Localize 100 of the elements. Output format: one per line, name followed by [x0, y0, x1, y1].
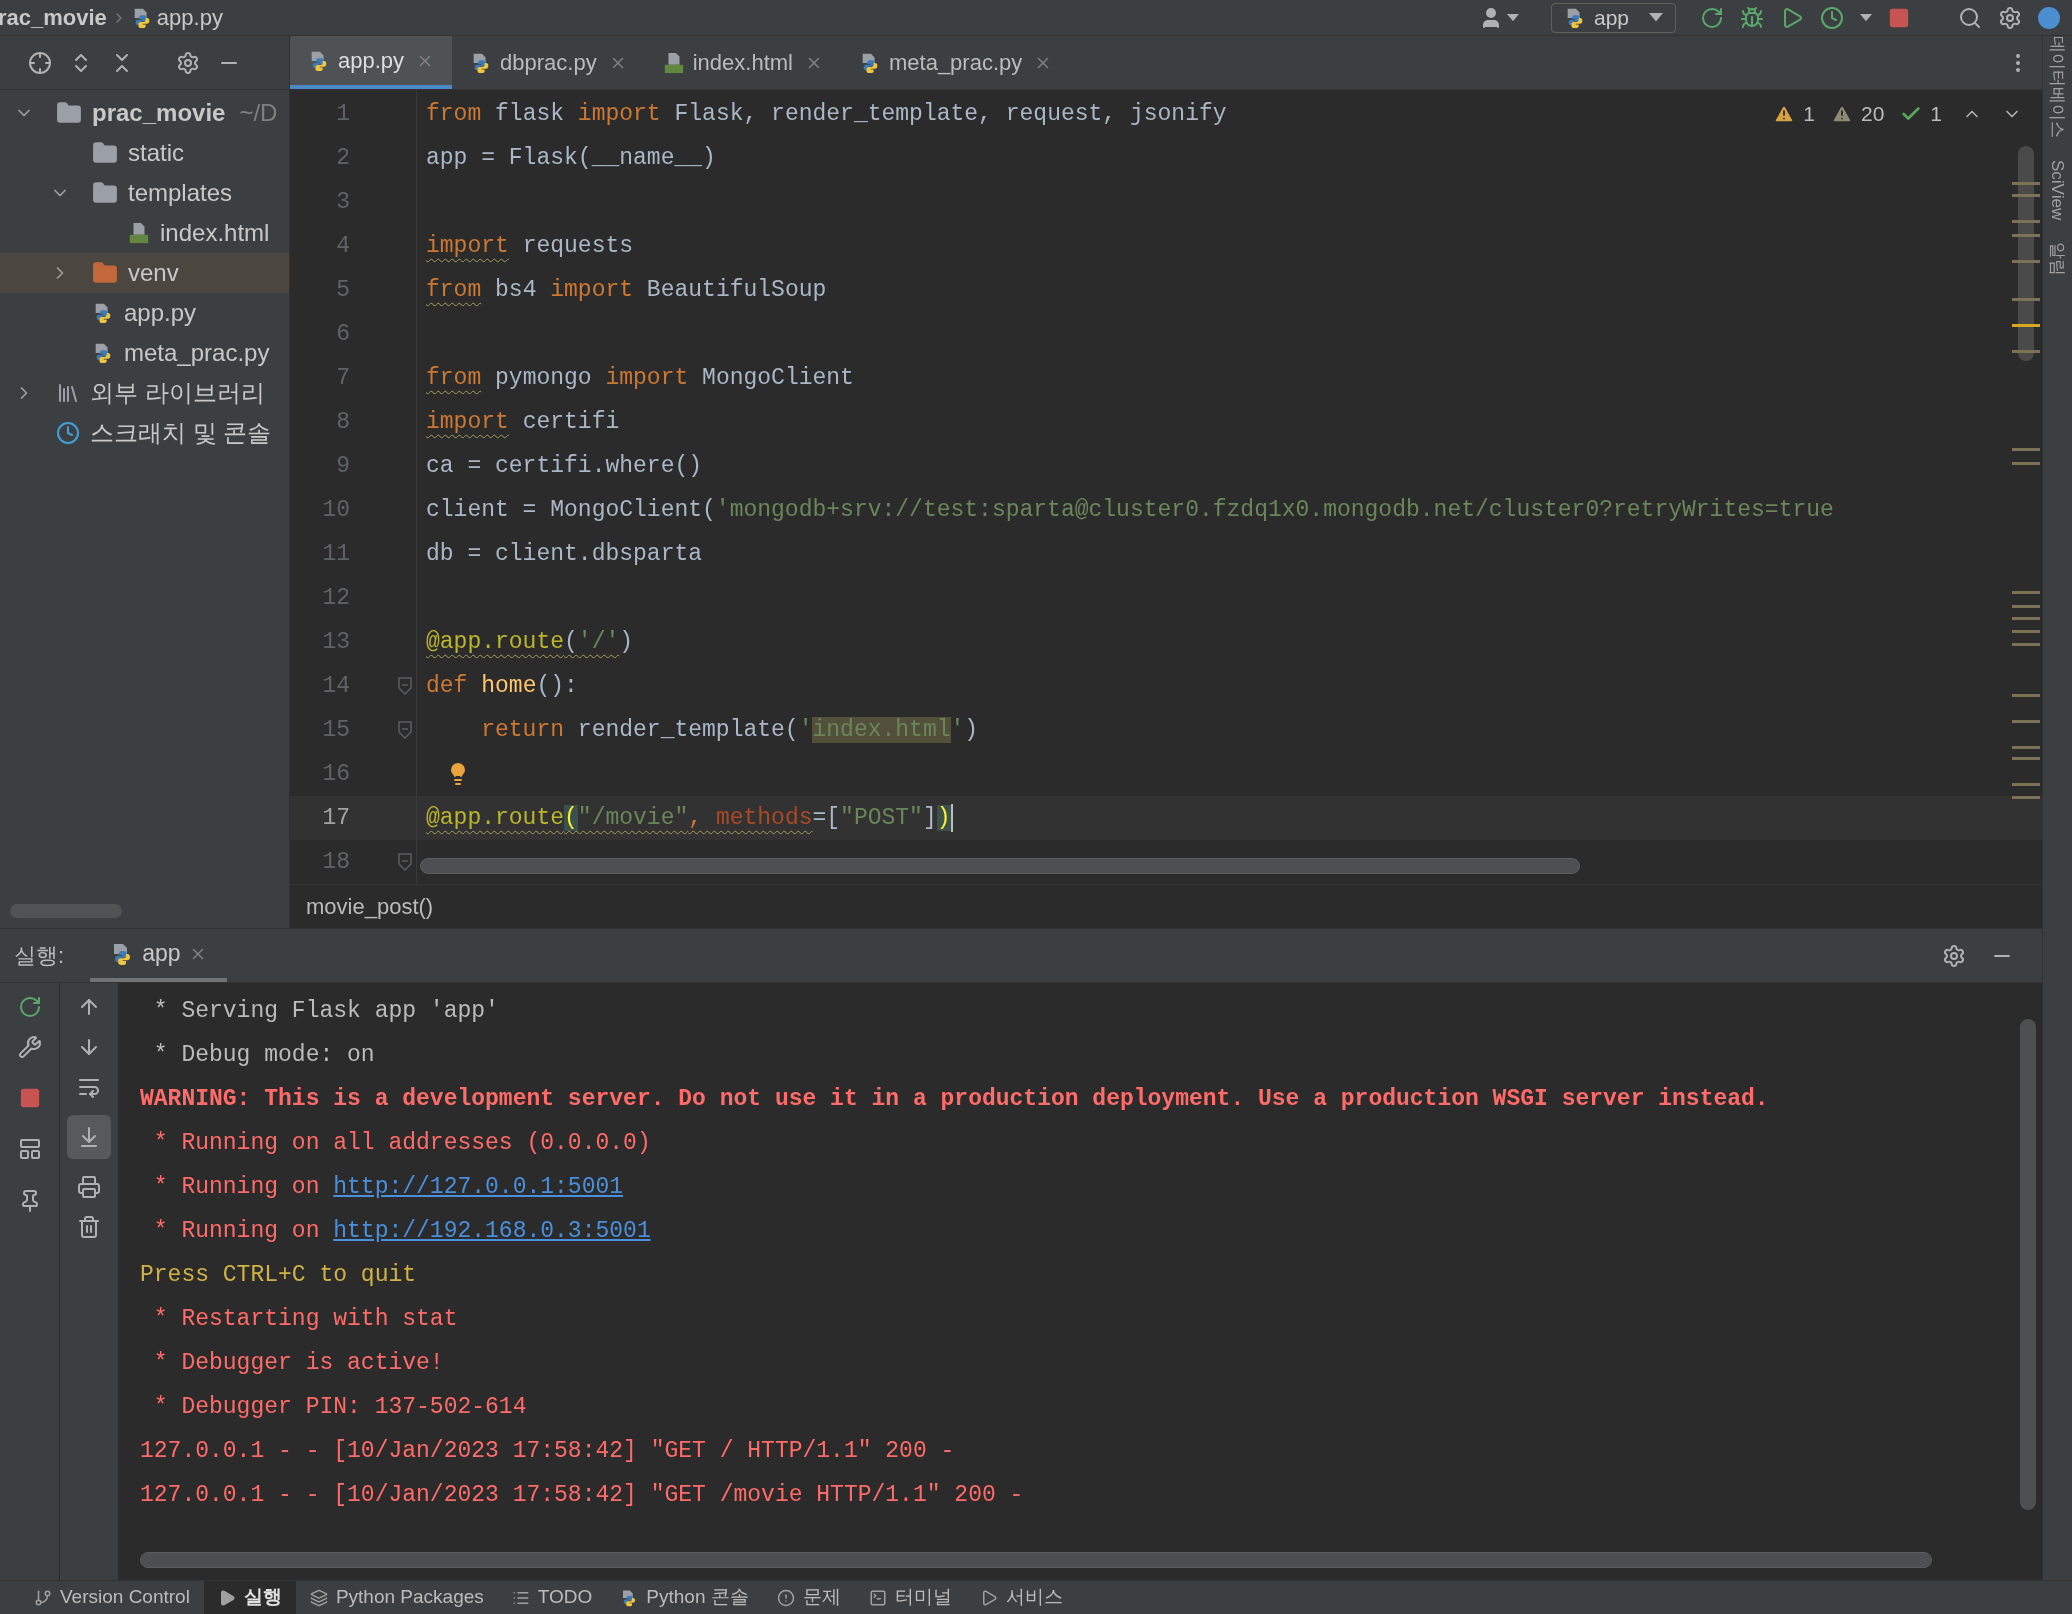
settings-icon[interactable] [176, 50, 200, 75]
editor-tab[interactable]: index.html [644, 36, 841, 89]
code-line: def home(): [426, 671, 578, 701]
tree-item[interactable]: 스크래치 및 콘솔 [0, 413, 289, 453]
avatar-icon[interactable] [2038, 6, 2060, 29]
code-line: from pymongo import MongoClient [426, 363, 854, 393]
console-link[interactable]: http://192.168.0.3:5001 [333, 1213, 651, 1249]
tree-item[interactable]: index.html [0, 213, 289, 253]
tree-item[interactable]: app.py [0, 293, 289, 333]
terminal-icon [868, 1588, 887, 1607]
console-line: 127.0.0.1 - - [10/Jan/2023 17:58:42] "GET / HTTP/1.1" 200 - [140, 1436, 956, 1466]
typo-count: 1 [1930, 101, 1942, 127]
line-number: 14 [321, 671, 350, 701]
warning-count: 20 [1860, 101, 1885, 127]
tree-item[interactable]: templates [0, 173, 289, 213]
folder-icon [56, 100, 82, 126]
tool-window-button[interactable]: Version Control [20, 1581, 204, 1614]
console-link[interactable]: http://127.0.0.1:5001 [333, 1169, 624, 1205]
clock-icon [56, 421, 80, 445]
trash-icon[interactable] [77, 1215, 101, 1239]
line-number: 10 [321, 495, 350, 525]
console-line: * Debugger PIN: 137-502-614 [152, 1392, 528, 1422]
editor-tab[interactable]: app.py [290, 36, 453, 89]
line-number: 5 [335, 275, 350, 305]
tool-window-button[interactable]: 실행 [203, 1581, 296, 1614]
html-file-icon [662, 51, 685, 74]
tree-item[interactable]: prac_movie ~/D [0, 93, 289, 133]
code-line: ca = certifi.where() [426, 451, 703, 481]
branch-icon [34, 1588, 52, 1607]
tool-window-button[interactable]: Python Packages [295, 1581, 498, 1614]
console-line: Press CTRL+C to quit [140, 1260, 418, 1290]
folder-icon [92, 180, 118, 206]
dropdown-icon[interactable] [1649, 13, 1663, 22]
line-number: 9 [335, 451, 350, 481]
bug-icon[interactable] [1740, 5, 1764, 30]
side-tool-window-button[interactable]: SciView [2044, 160, 2071, 221]
code-line: import certifi [426, 407, 620, 437]
side-tool-window-button[interactable]: 알림 [2044, 242, 2071, 277]
breadcrumb-file[interactable]: app.py [156, 1, 223, 34]
tree-item[interactable]: meta_prac.py [0, 333, 289, 373]
code-line: client = MongoClient('mongodb+srv://test:sparta@cluster0.fzdq1x0.mongodb.net/cluster0?retryWrites=true [426, 495, 1834, 525]
settings-icon[interactable] [1998, 5, 2022, 30]
line-number: 1 [335, 99, 350, 129]
console-line: * Debug mode: on [152, 1040, 376, 1070]
line-number: 11 [321, 539, 350, 569]
dropdown-icon[interactable] [1506, 13, 1519, 22]
line-number: 3 [335, 187, 350, 217]
line-number: 4 [335, 231, 350, 261]
console-line: * Running on http://127.0.0.1:5001 [140, 1165, 2042, 1209]
breadcrumb[interactable]: movie_post() [306, 890, 434, 923]
dropdown-icon[interactable] [1860, 13, 1872, 22]
stop-icon[interactable] [18, 1087, 41, 1109]
code-line: import requests [426, 231, 634, 261]
tool-window-button[interactable]: Python 콘솔 [606, 1581, 763, 1614]
console-line: * Restarting with stat [152, 1304, 459, 1334]
code-line: db = client.dbsparta [426, 539, 703, 569]
line-number: 8 [335, 407, 350, 437]
side-tool-window-button[interactable]: 데이터베이스 [2044, 36, 2071, 138]
tool-window-button[interactable]: 터미널 [854, 1581, 966, 1614]
locate-icon[interactable] [28, 50, 52, 75]
run-label: 실행: [14, 942, 65, 970]
folder-icon [92, 260, 118, 286]
horizontal-scrollbar[interactable] [420, 858, 1580, 874]
scroll-to-end-button[interactable] [67, 1115, 111, 1159]
console-line: * Running on http://192.168.0.3:5001 [140, 1209, 2042, 1253]
print-icon[interactable] [77, 1175, 101, 1199]
code-line: @app.route('/') [426, 627, 634, 657]
vertical-scrollbar[interactable] [2020, 1019, 2036, 1510]
stop-icon[interactable] [1888, 6, 1910, 29]
tree-item[interactable]: 외부 라이브러리 [0, 373, 289, 413]
tool-window-button[interactable]: 문제 [762, 1581, 855, 1614]
code-line: app = Flask(__name__) [426, 143, 716, 173]
rerun-icon[interactable] [1700, 5, 1724, 30]
search-icon[interactable] [1958, 5, 1982, 30]
horizontal-scrollbar[interactable] [140, 1552, 1932, 1568]
tool-window-button[interactable]: 서비스 [965, 1581, 1077, 1614]
run-config-dropdown[interactable]: app [1550, 2, 1676, 33]
folder-icon [92, 140, 118, 166]
layout-icon[interactable] [17, 1137, 42, 1161]
console-line: 127.0.0.1 - - [10/Jan/2023 17:58:42] "GET /movie HTTP/1.1" 200 - [140, 1480, 1025, 1510]
rerun-icon[interactable] [17, 995, 42, 1019]
line-number: 15 [321, 715, 350, 745]
line-number: 16 [321, 759, 350, 789]
error-count: 1 [1803, 101, 1815, 127]
layers-icon [309, 1588, 328, 1607]
breadcrumb-project[interactable]: rac_movie [0, 1, 107, 34]
tree-item[interactable]: static [0, 133, 289, 173]
wrench-icon[interactable] [17, 1035, 42, 1059]
editor-tab[interactable]: meta_prac.py [840, 36, 1071, 89]
line-number: 2 [335, 143, 350, 173]
line-number: 17 [321, 803, 350, 833]
tool-window-button[interactable]: TODO [497, 1581, 607, 1614]
console-line: * Running on all addresses (0.0.0.0) [152, 1128, 652, 1158]
code-line: @app.route("/movie", methods=["POST"]) [426, 802, 953, 834]
tree-item[interactable]: venv [0, 253, 289, 293]
line-number: 12 [321, 583, 350, 613]
console-line: WARNING: This is a development server. Do not use it in a production deployment. Use a production WSGI server instead. [140, 1084, 1770, 1114]
editor-tab[interactable]: dbprac.py [452, 36, 645, 89]
alert-icon [776, 1588, 795, 1607]
settings-icon[interactable] [1942, 943, 1966, 968]
